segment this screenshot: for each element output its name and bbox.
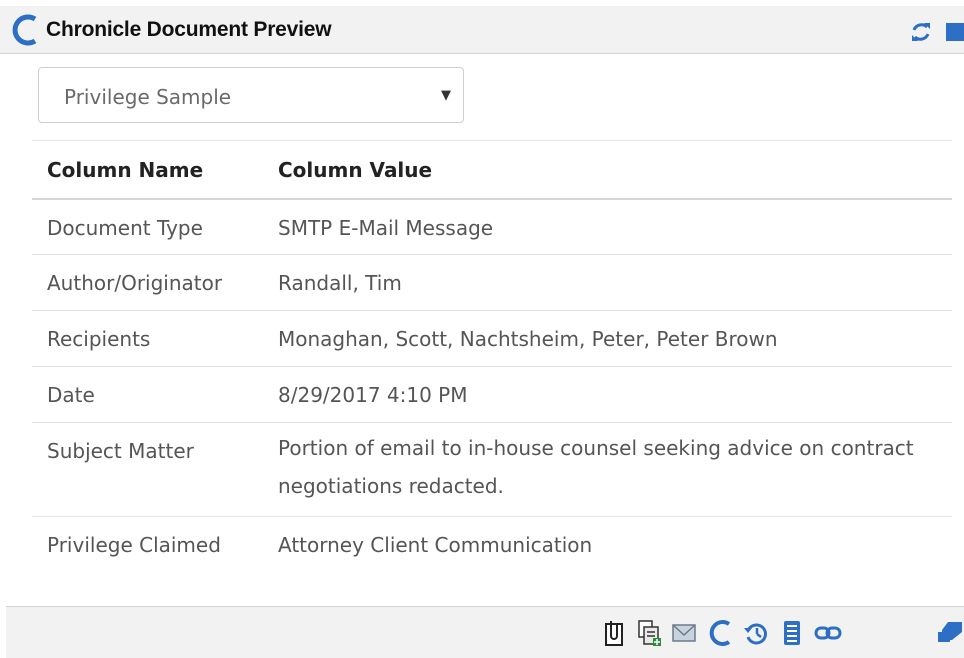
table-row: Author/Originator Randall, Tim [32,254,952,311]
window-title: Chronicle Document Preview [46,18,332,41]
paperclip-icon[interactable] [600,618,628,648]
field-name: Recipients [32,310,278,367]
panel-icon[interactable] [944,21,964,43]
chronicle-logo-icon [12,14,37,46]
document-fields-table: Column Name Column Value Document Type S… [32,140,952,573]
refresh-icon[interactable] [910,21,932,43]
chevron-down-icon: ▼ [441,88,451,103]
field-name: Subject Matter [32,422,278,517]
footer-toolbar [6,606,964,658]
history-icon[interactable] [742,618,770,648]
email-icon[interactable] [670,618,698,648]
document-add-icon[interactable] [636,618,664,648]
field-value: Attorney Client Communication [278,533,593,557]
field-value: Portion of email to in-house counsel see… [278,422,952,517]
preview-template-select[interactable]: Privilege Sample ▼ [38,67,464,123]
chronicle-icon[interactable] [706,618,734,648]
field-name: Document Type [32,198,278,255]
table-header-row: Column Name Column Value [32,140,952,200]
document-icon[interactable] [778,618,806,648]
table-row: Date 8/29/2017 4:10 PM [32,366,952,423]
column-header-value: Column Value [278,140,952,200]
select-value: Privilege Sample [64,85,232,109]
table-row: Subject Matter Portion of email to in-ho… [32,422,952,517]
field-name: Privilege Claimed [47,533,221,557]
table-row: Document Type SMTP E-Mail Message [32,198,952,255]
field-value: SMTP E-Mail Message [278,198,952,255]
field-name: Author/Originator [32,254,278,311]
window-header: Chronicle Document Preview [0,6,964,54]
column-header-name: Column Name [32,140,278,200]
field-value: Monaghan, Scott, Nachtsheim, Peter, Pete… [278,310,952,367]
field-value: 8/29/2017 4:10 PM [278,366,952,423]
table-row: Recipients Monaghan, Scott, Nachtsheim, … [32,310,952,367]
field-value: Randall, Tim [278,254,952,311]
link-icon[interactable] [814,618,842,648]
eraser-icon[interactable] [936,618,964,648]
field-name: Date [32,366,278,423]
table-row: Privilege Claimed Attorney Client Commun… [32,517,952,573]
